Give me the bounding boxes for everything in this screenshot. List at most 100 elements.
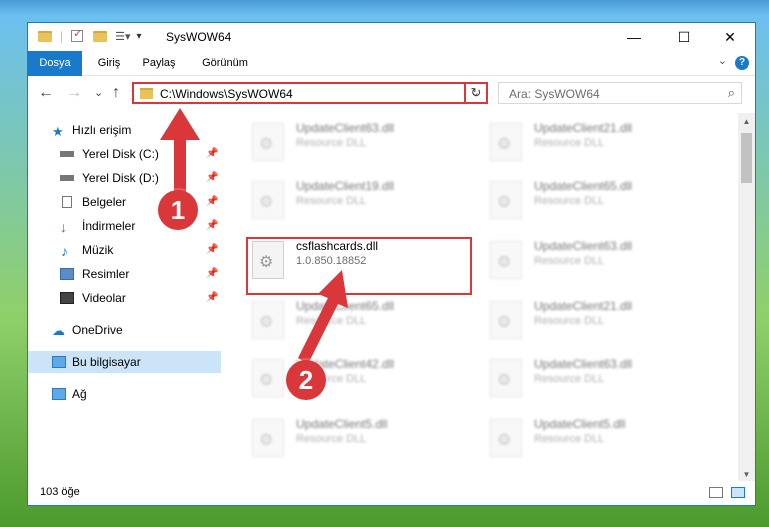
drive-icon (60, 151, 74, 157)
sidebar-item-label: Hızlı erişim (72, 123, 132, 137)
sidebar-item-music[interactable]: ♪ Müzik 📌 (28, 239, 221, 261)
pictures-icon (60, 268, 74, 280)
step-1-badge: 1 (158, 190, 198, 230)
folder-icon (140, 88, 153, 99)
file-description: Resource DLL (296, 195, 367, 207)
file-name: UpdateClient21.dll (534, 299, 633, 313)
sidebar-item-label: Müzik (82, 243, 114, 257)
file-name: UpdateClient63.dll (534, 357, 633, 371)
step-2-badge: 2 (286, 360, 326, 400)
list-item[interactable]: UpdateClient63.dll Resource DLL (486, 237, 706, 285)
dll-file-icon (252, 419, 284, 457)
sidebar-item-label: Yerel Disk (D:) (82, 171, 159, 185)
sidebar-item-pictures[interactable]: Resimler 📌 (28, 263, 221, 285)
arrow-2-shape (298, 270, 348, 364)
list-item[interactable]: UpdateClient21.dll Resource DLL (486, 119, 706, 167)
file-description: Resource DLL (534, 315, 605, 327)
list-item[interactable]: UpdateClient63.dll Resource DLL (248, 119, 468, 167)
list-item[interactable]: UpdateClient19.dll Resource DLL (248, 177, 468, 225)
collapse-ribbon-icon[interactable]: ⌄ (718, 54, 727, 67)
folder-icon (38, 30, 52, 42)
file-name: UpdateClient21.dll (534, 121, 633, 135)
dll-file-icon (490, 123, 522, 161)
file-name: UpdateClient63.dll (534, 239, 633, 253)
cloud-icon: ☁ (52, 323, 65, 338)
large-icons-view-icon[interactable] (731, 487, 745, 498)
new-folder-icon[interactable] (93, 30, 108, 42)
sidebar-item-onedrive[interactable]: ☁ OneDrive (28, 319, 221, 341)
recent-locations-button[interactable]: ⌄ (94, 86, 103, 99)
dll-file-icon (490, 181, 522, 219)
tab-view[interactable]: Görünüm (196, 51, 254, 75)
back-button[interactable]: ← (38, 84, 54, 102)
download-icon: ↓ (60, 219, 67, 235)
search-placeholder: Ara: SysWOW64 (509, 87, 600, 101)
file-name: UpdateClient63.dll (296, 121, 395, 135)
ribbon-tabs: Dosya Giriş Paylaş Görünüm ⌄ ? (28, 51, 755, 99)
drive-icon (60, 175, 74, 181)
properties-icon[interactable]: ✓ (71, 28, 84, 42)
dll-file-icon (490, 241, 522, 279)
quick-access-toolbar: | ✓ ☰▾ ▾ (38, 28, 142, 43)
video-icon (60, 292, 74, 304)
sidebar-item-network[interactable]: Ağ (28, 383, 221, 405)
list-item[interactable]: UpdateClient5.dll Resource DLL (486, 415, 706, 463)
pin-icon[interactable]: 📌 (206, 263, 218, 285)
toolbar-dropdown-icon[interactable]: ▾ (137, 31, 142, 42)
list-item[interactable]: UpdateClient63.dll Resource DLL (486, 355, 706, 403)
navigation-bar: ← → ⌄ ↑ C:\Windows\SysWOW64 ⌄ ↻ Ara: Sys… (28, 76, 755, 112)
window-title: SysWOW64 (166, 30, 232, 44)
address-bar[interactable]: C:\Windows\SysWOW64 ⌄ (132, 82, 488, 104)
help-icon[interactable]: ? (735, 56, 749, 70)
dll-file-icon (490, 359, 522, 397)
sidebar-item-videos[interactable]: Videolar 📌 (28, 287, 221, 309)
list-item[interactable]: UpdateClient5.dll Resource DLL (248, 415, 468, 463)
pin-icon[interactable]: 📌 (206, 287, 218, 309)
sidebar-item-label: Bu bilgisayar (72, 355, 141, 369)
customize-toolbar-icon[interactable]: ☰▾ (115, 30, 130, 43)
pin-icon[interactable]: 📌 (206, 239, 218, 261)
list-item[interactable]: UpdateClient21.dll Resource DLL (486, 297, 706, 345)
file-description: Resource DLL (534, 255, 605, 267)
item-count: 103 öğe (40, 486, 80, 498)
file-description: Resource DLL (534, 373, 605, 385)
minimize-button[interactable]: — (611, 23, 657, 51)
search-input[interactable]: Ara: SysWOW64 ⌕ (498, 82, 742, 104)
file-description: Resource DLL (296, 137, 367, 149)
dll-file-icon (490, 419, 522, 457)
dll-file-icon (490, 301, 522, 339)
file-name: UpdateClient19.dll (296, 179, 395, 193)
file-description: Resource DLL (534, 195, 605, 207)
up-button[interactable]: ↑ (112, 84, 120, 102)
tab-share[interactable]: Paylaş (136, 51, 182, 75)
file-description: Resource DLL (534, 137, 605, 149)
dll-file-icon (252, 181, 284, 219)
pin-icon[interactable]: 📌 (206, 215, 218, 237)
sidebar-item-label: Ağ (72, 387, 87, 401)
refresh-button[interactable]: ↻ (464, 82, 488, 104)
scroll-up-icon[interactable]: ▲ (738, 113, 755, 130)
sidebar-item-this-pc[interactable]: Bu bilgisayar (28, 351, 221, 373)
file-name: UpdateClient65.dll (534, 179, 633, 193)
forward-button[interactable]: → (66, 84, 82, 102)
file-name: UpdateClient5.dll (296, 417, 388, 431)
star-icon: ★ (52, 124, 64, 139)
list-item[interactable]: UpdateClient65.dll Resource DLL (486, 177, 706, 225)
sidebar-item-label: Belgeler (82, 195, 127, 209)
maximize-button[interactable]: ☐ (661, 23, 707, 51)
scroll-thumb[interactable] (741, 133, 752, 183)
sidebar-item-label: İndirmeler (82, 219, 136, 233)
tab-home[interactable]: Giriş (88, 51, 130, 75)
close-button[interactable]: ✕ (707, 23, 753, 51)
details-view-icon[interactable] (709, 487, 723, 498)
file-description: Resource DLL (296, 433, 367, 445)
vertical-scrollbar[interactable]: ▲ ▼ (738, 113, 755, 483)
document-icon (62, 196, 72, 208)
status-bar: 103 öğe (28, 481, 755, 505)
computer-icon (52, 356, 66, 368)
dll-file-icon (252, 123, 284, 161)
sidebar-item-label: Resimler (82, 267, 130, 281)
address-path: C:\Windows\SysWOW64 (160, 87, 293, 101)
music-icon: ♪ (61, 243, 68, 259)
search-icon[interactable]: ⌕ (728, 85, 735, 101)
